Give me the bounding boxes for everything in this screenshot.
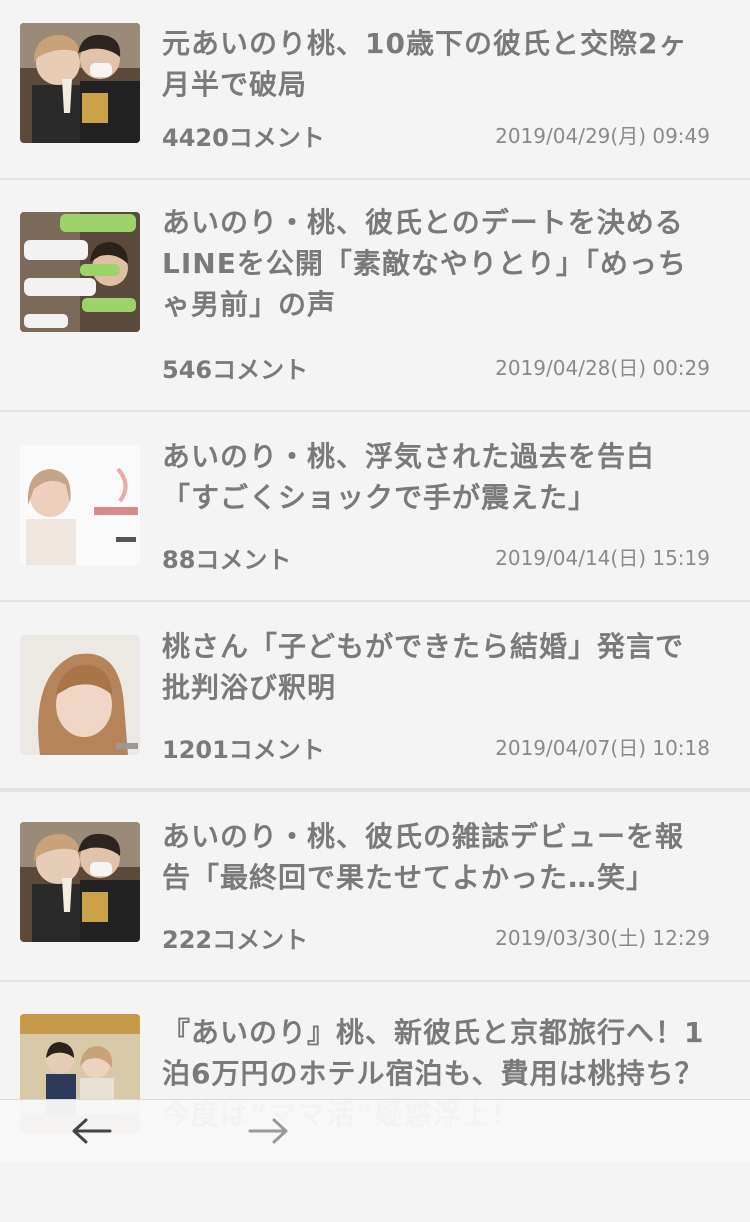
list-item[interactable]: あいのり・桃、彼氏とのデートを決めるLINEを公開「素敵なやりとり」「めっちゃ男… — [0, 180, 750, 412]
article-meta: 222コメント 2019/03/30(土) 12:29 — [162, 920, 710, 954]
list-item[interactable]: 桃さん「子どもができたら結婚」発言で批判浴び釈明 1201コメント 2019/0… — [0, 602, 750, 792]
comment-count: 546コメント — [162, 356, 309, 384]
article-title[interactable]: あいのり・桃、浮気された過去を告白「すごくショックで手が震えた」 — [162, 436, 706, 518]
article-date: 2019/04/07(日) 10:18 — [495, 736, 710, 760]
comment-count: 88コメント — [162, 546, 292, 574]
article-thumbnail[interactable] — [20, 212, 140, 332]
article-date: 2019/03/30(土) 12:29 — [495, 926, 710, 950]
arrow-right-icon — [248, 1118, 288, 1144]
article-meta: 88コメント 2019/04/14(日) 15:19 — [162, 540, 710, 574]
list-item[interactable]: あいのり・桃、彼氏の雑誌デビューを報告「最終回で果たせてよかった…笑」 222コ… — [0, 792, 750, 982]
list-item[interactable]: 元あいのり桃、10歳下の彼氏と交際2ヶ月半で破局 4420コメント 2019/0… — [0, 0, 750, 180]
comment-count: 222コメント — [162, 926, 309, 954]
article-thumbnail[interactable] — [20, 635, 140, 755]
article-date: 2019/04/29(月) 09:49 — [495, 124, 710, 148]
forward-button[interactable] — [246, 1112, 290, 1150]
browser-nav-bar — [0, 1099, 750, 1162]
comment-count: 1201コメント — [162, 736, 325, 764]
article-thumbnail[interactable] — [20, 822, 140, 942]
comment-count: 4420コメント — [162, 124, 325, 152]
article-title[interactable]: 元あいのり桃、10歳下の彼氏と交際2ヶ月半で破局 — [162, 23, 706, 105]
article-meta: 4420コメント 2019/04/29(月) 09:49 — [162, 118, 710, 152]
article-meta: 1201コメント 2019/04/07(日) 10:18 — [162, 730, 710, 764]
article-date: 2019/04/14(日) 15:19 — [495, 546, 710, 570]
article-title[interactable]: 桃さん「子どもができたら結婚」発言で批判浴び釈明 — [162, 626, 706, 708]
article-title[interactable]: あいのり・桃、彼氏の雑誌デビューを報告「最終回で果たせてよかった…笑」 — [162, 816, 706, 898]
article-thumbnail[interactable] — [20, 445, 140, 565]
article-list: 元あいのり桃、10歳下の彼氏と交際2ヶ月半で破局 4420コメント 2019/0… — [0, 0, 750, 1222]
back-button[interactable] — [70, 1112, 114, 1150]
article-date: 2019/04/28(日) 00:29 — [495, 356, 710, 380]
list-item[interactable]: あいのり・桃、浮気された過去を告白「すごくショックで手が震えた」 88コメント … — [0, 412, 750, 602]
article-title[interactable]: あいのり・桃、彼氏とのデートを決めるLINEを公開「素敵なやりとり」「めっちゃ男… — [162, 202, 706, 325]
article-thumbnail[interactable] — [20, 23, 140, 143]
article-meta: 546コメント 2019/04/28(日) 00:29 — [162, 350, 710, 384]
arrow-left-icon — [72, 1118, 112, 1144]
